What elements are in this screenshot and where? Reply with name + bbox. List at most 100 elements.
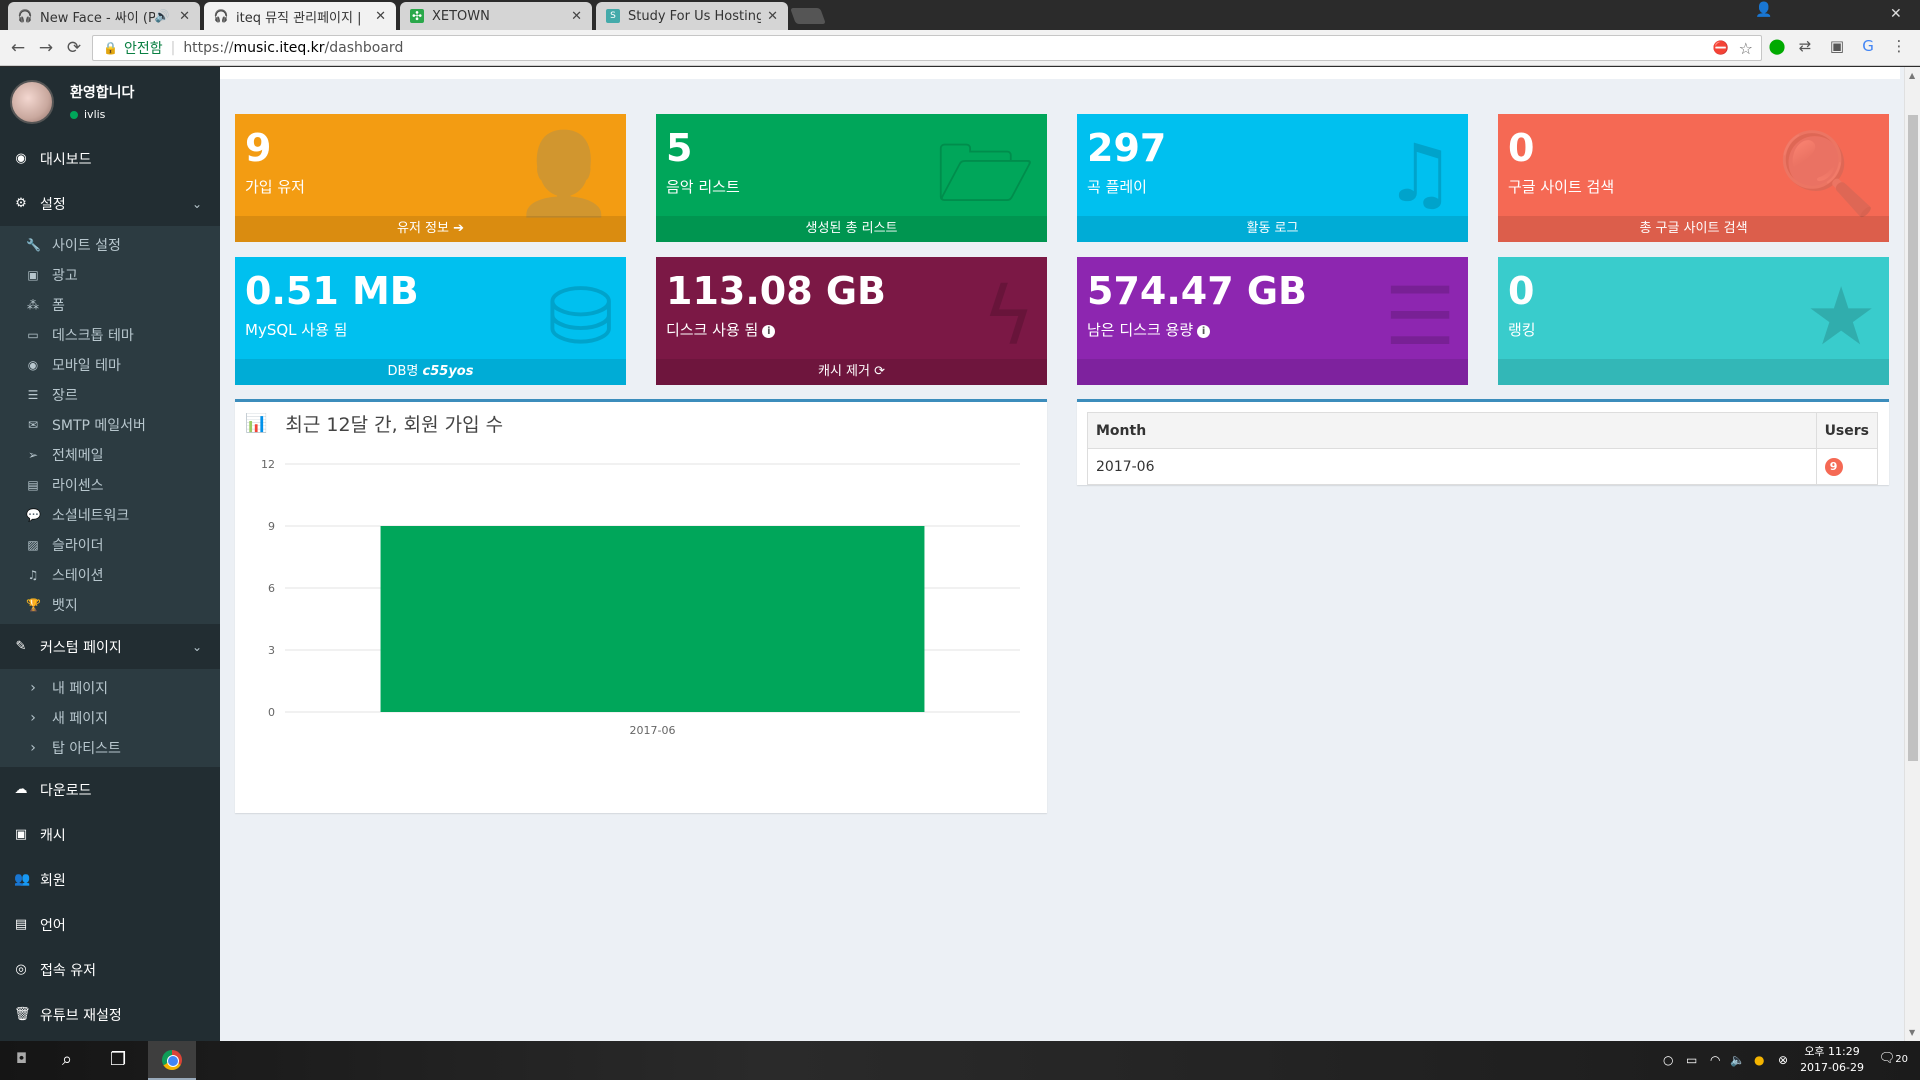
menu-dots-icon[interactable]: ⋮ [1890, 37, 1908, 55]
scroll-up-icon[interactable]: ▲ [1909, 71, 1915, 80]
sidebar-item-members[interactable]: 👥 회원 [0, 857, 220, 902]
sidebar-item-settings[interactable]: ⚙ 설정 ⌄ [0, 181, 220, 226]
sidebar-item-cache[interactable]: ▣ 캐시 [0, 812, 220, 857]
users-table-panel: Month Users 2017-06 9 [1077, 399, 1889, 485]
sidebar-item-smtp[interactable]: ✉ SMTP 메일서버 [0, 410, 220, 440]
sidebar-item-site-settings[interactable]: 🔧 사이트 설정 [0, 230, 220, 260]
sidebar-item-genre[interactable]: ☰ 장르 [0, 380, 220, 410]
main-content: 9 가입 유저 👤 유저 정보 ➔ 5 음악 리스트 🗁 생성된 총 리스트 2… [220, 67, 1920, 1041]
tab-title: XETOWN [432, 8, 490, 24]
gear-icon: ⚙ [15, 196, 27, 211]
tray-dot-icon[interactable]: ○ [1663, 1053, 1673, 1067]
extension-briefcase-icon[interactable]: ▣ [1828, 37, 1846, 55]
list-icon: ☰ [27, 388, 39, 402]
cortana-icon[interactable]: ◘ [16, 1051, 27, 1067]
clear-cache-button[interactable]: 캐시 제거 ⟳ [656, 359, 1047, 385]
back-icon[interactable]: ← [4, 38, 32, 58]
scroll-down-icon[interactable]: ▼ [1909, 1028, 1915, 1037]
dot-circle-icon: ◎ [15, 962, 27, 977]
sidebar-item-forms[interactable]: ⁂ 폼 [0, 290, 220, 320]
info-icon[interactable]: i [1197, 325, 1211, 338]
sidebar-item-station[interactable]: ♫ 스테이션 [0, 560, 220, 590]
y-tick-label: 12 [261, 458, 275, 471]
sidebar-item-social[interactable]: 💬 소셜네트워크 [0, 500, 220, 530]
sidebar-item-license[interactable]: ▤ 라이센스 [0, 470, 220, 500]
scrollbar-thumb[interactable] [1908, 115, 1918, 761]
volume-icon[interactable]: 🔈 [1730, 1053, 1745, 1067]
browser-tab-active[interactable]: 🎧 iteq 뮤직 관리페이지 | ✕ [204, 2, 396, 30]
notification-center-icon[interactable]: 🗨20 [1879, 1051, 1908, 1066]
sidebar-item-ads[interactable]: ▣ 광고 [0, 260, 220, 290]
info-icon[interactable]: i [762, 325, 776, 338]
search-icon[interactable]: ⌕ [62, 1049, 72, 1070]
chrome-taskbar-button[interactable] [148, 1041, 196, 1080]
task-view-icon[interactable]: ❐ [110, 1049, 126, 1070]
sidebar-item-mobile-theme[interactable]: ◉ 모바일 테마 [0, 350, 220, 380]
users-icon: 👥 [14, 872, 31, 887]
extension-green-icon[interactable]: ⬤ [1768, 37, 1786, 55]
close-icon[interactable]: ✕ [767, 9, 778, 24]
wifi-icon[interactable]: ◠ [1710, 1053, 1720, 1067]
new-tab-button[interactable] [790, 8, 826, 24]
system-clock[interactable]: 오후 11:29 2017-06-29 [1800, 1044, 1864, 1076]
refresh-icon: ⟳ [874, 364, 886, 379]
sidebar-item-badge[interactable]: 🏆 뱃지 [0, 590, 220, 620]
sidebar-item-language[interactable]: ▤ 언어 [0, 902, 220, 947]
bookmark-star-icon[interactable]: ☆ [1739, 39, 1753, 58]
battery-icon[interactable]: ▭ [1686, 1053, 1697, 1067]
desktop-icon: ▭ [27, 328, 39, 342]
stat-footer-link[interactable]: 생성된 총 리스트 [656, 216, 1047, 242]
page-scrollbar[interactable]: ▲ ▼ [1904, 67, 1920, 1041]
sidebar-item-youtube-reset[interactable]: 🗑 유튜브 재설정 [0, 992, 220, 1037]
sidebar-item-dashboard[interactable]: ◉ 대시보드 [0, 136, 220, 181]
secure-label: 안전함 [123, 41, 163, 57]
forward-icon[interactable]: → [32, 38, 60, 58]
sidebar-item-custom-pages[interactable]: ✎ 커스텀 페이지 ⌄ [0, 624, 220, 669]
sidebar-item-new-page[interactable]: › 새 페이지 [0, 703, 220, 733]
users-count-badge: 9 [1824, 457, 1843, 476]
sidebar-item-label: 데스크톱 테마 [52, 328, 134, 344]
sidebar-item-my-page[interactable]: › 내 페이지 [0, 673, 220, 703]
divider: | [170, 40, 176, 56]
app-close-tray-icon[interactable]: ⊗ [1778, 1053, 1788, 1067]
stat-value: 574.47 GB [1087, 269, 1308, 313]
sidebar-item-label: 슬라이더 [52, 538, 104, 554]
chevron-right-icon: › [30, 710, 36, 726]
sidebar-item-slider[interactable]: ▨ 슬라이더 [0, 530, 220, 560]
close-icon[interactable]: ✕ [571, 9, 582, 24]
close-icon[interactable]: ✕ [375, 9, 386, 24]
browser-tab[interactable]: 🎧 New Face - 싸이 (PSY) 🔊 ✕ [8, 2, 200, 30]
browser-tab[interactable]: ✣ XETOWN ✕ [400, 2, 592, 30]
blocked-icon[interactable]: ⛔ [1713, 41, 1729, 56]
sidebar-item-online-users[interactable]: ◎ 접속 유저 [0, 947, 220, 992]
sidebar-item-download[interactable]: ☁ 다운로드 [0, 767, 220, 812]
browser-tab[interactable]: S Study For Us Hosting - ✕ [596, 2, 788, 30]
speaker-icon[interactable]: 🔊 [155, 9, 170, 23]
chevron-right-icon: › [30, 680, 36, 696]
translate-icon[interactable]: G [1859, 37, 1877, 55]
window-close-icon[interactable]: ✕ [1890, 6, 1902, 22]
sidebar-item-top-artist[interactable]: › 탑 아티스트 [0, 733, 220, 763]
sidebar-item-mass-mail[interactable]: ➢ 전체메일 [0, 440, 220, 470]
sidebar-item-label: 내 페이지 [52, 681, 108, 697]
sidebar-item-label: 폼 [52, 298, 65, 314]
users-table: Month Users 2017-06 9 [1087, 412, 1879, 485]
xetown-icon: ✣ [410, 9, 424, 23]
extension-sync-icon[interactable]: ⇄ [1796, 37, 1814, 55]
eye-icon: ◉ [27, 358, 39, 372]
stat-footer-link[interactable]: 활동 로그 [1077, 216, 1468, 242]
sidebar-item-desktop-theme[interactable]: ▭ 데스크톱 테마 [0, 320, 220, 350]
stat-footer-link[interactable]: 유저 정보 ➔ [235, 216, 626, 242]
stat-footer-link[interactable]: 총 구글 사이트 검색 [1498, 216, 1889, 242]
close-icon[interactable]: ✕ [179, 9, 190, 24]
online-status-icon [70, 110, 78, 119]
sidebar-item-label: SMTP 메일서버 [52, 418, 146, 434]
profile-icon[interactable]: 👤 [1755, 2, 1772, 18]
sidebar-item-label: 스테이션 [52, 568, 104, 584]
app-tray-icon[interactable]: ● [1754, 1053, 1764, 1067]
dashboard-icon: ◉ [15, 151, 27, 166]
stat-value: 297 [1087, 126, 1167, 170]
address-bar[interactable]: 🔒 안전함 | https://music.iteq.kr/dashboard … [92, 35, 1762, 61]
reload-icon[interactable]: ⟳ [60, 38, 88, 58]
sidebar-item-label: 사이트 설정 [52, 238, 121, 254]
